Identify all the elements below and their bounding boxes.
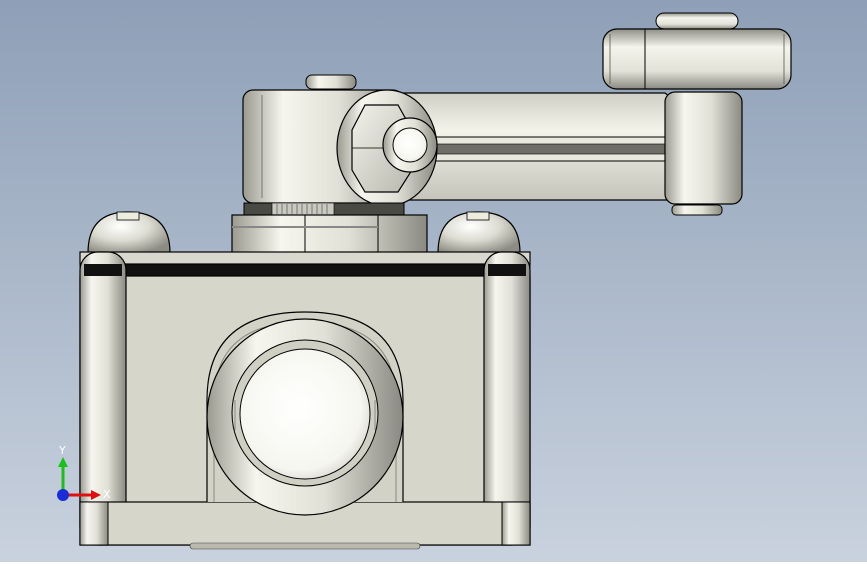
pivot-hub[interactable] [242, 74, 438, 207]
x-axis-label: X [103, 488, 111, 501]
3d-model-viewport[interactable]: Y X [0, 0, 867, 562]
y-axis-label: Y [58, 444, 66, 457]
conduit-entry-boss[interactable] [206, 311, 404, 516]
actuator-shaft [231, 202, 428, 254]
z-axis-marker [57, 489, 69, 501]
viewport-canvas[interactable] [0, 0, 867, 562]
coordinate-triad: Y X [48, 440, 118, 510]
x-axis-arrowhead [91, 490, 101, 500]
y-axis-arrowhead [58, 457, 68, 467]
